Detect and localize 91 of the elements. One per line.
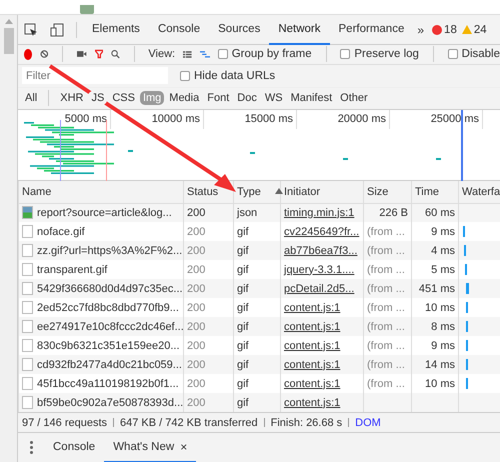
panel-tab[interactable]: Sources <box>209 14 270 44</box>
table-cell: 200 <box>184 203 234 222</box>
record-button[interactable] <box>24 48 32 60</box>
file-icon <box>22 263 33 276</box>
checkbox[interactable] <box>180 70 190 81</box>
panel-tab[interactable]: Console <box>148 14 210 44</box>
initiator-link[interactable]: jquery-3.3.1.... <box>284 264 354 276</box>
time-tick: 10000 ms <box>152 112 200 125</box>
file-icon <box>22 282 33 296</box>
checkbox[interactable] <box>218 49 228 60</box>
clear-icon[interactable] <box>40 48 48 60</box>
more-tabs-button[interactable]: » <box>413 22 428 36</box>
checkbox[interactable] <box>340 49 350 60</box>
inspect-icon[interactable] <box>24 22 38 36</box>
initiator-link[interactable]: content.js:1 <box>284 378 340 390</box>
table-cell: gif <box>234 355 280 374</box>
table-cell[interactable]: transparent.gif <box>37 264 108 276</box>
file-icon <box>22 244 33 258</box>
type-filter[interactable]: JS <box>88 91 108 106</box>
table-cell: 200 <box>184 355 234 374</box>
file-icon <box>22 377 33 390</box>
table-cell: (from ... <box>364 241 412 260</box>
camera-icon[interactable] <box>77 49 86 60</box>
table-cell: 200 <box>184 317 234 336</box>
table-cell: 451 ms <box>412 279 458 298</box>
status-text: Finish: 26.68 s <box>270 416 342 429</box>
table-cell[interactable]: 2ed52cc7fd8bc8dbd770fb9... <box>37 302 179 314</box>
column-header[interactable]: Initiator <box>280 181 364 204</box>
panel-tab[interactable]: Elements <box>83 14 149 44</box>
column-header[interactable]: Waterfa <box>458 181 500 204</box>
table-cell: gif <box>234 317 280 336</box>
table-cell: 226 B <box>364 203 412 222</box>
search-icon[interactable] <box>111 48 120 60</box>
table-cell: 200 <box>184 241 234 260</box>
table-cell: gif <box>234 393 280 412</box>
table-cell: 14 ms <box>412 355 458 374</box>
table-cell: 60 ms <box>412 203 458 222</box>
table-cell[interactable]: 45f1bcc49a110198192b0f1... <box>37 378 179 390</box>
table-cell: (from ... <box>364 355 412 374</box>
file-icon <box>22 396 33 410</box>
table-cell: gif <box>234 279 280 298</box>
time-tick: 25000 ms <box>430 112 479 125</box>
initiator-link[interactable]: cv2245649?fr... <box>284 226 360 238</box>
table-cell: (from ... <box>364 317 412 336</box>
filter-icon[interactable] <box>94 48 104 60</box>
waterfall-bar <box>466 283 469 294</box>
file-icon <box>22 339 33 352</box>
checkbox-label: Disable <box>462 48 500 60</box>
file-icon <box>22 320 33 334</box>
file-icon <box>22 358 33 372</box>
column-header[interactable]: Size <box>364 181 412 204</box>
status-text: DOM <box>355 416 381 429</box>
list-view-icon[interactable] <box>183 50 192 59</box>
scrollbar[interactable] <box>0 15 18 462</box>
close-icon[interactable]: × <box>180 440 188 454</box>
column-header[interactable]: Name <box>18 181 184 204</box>
table-cell: 200 <box>184 279 234 298</box>
time-tick: 15000 ms <box>244 112 293 125</box>
warning-count: 24 <box>474 24 487 36</box>
panel-tab[interactable]: Performance <box>330 14 414 44</box>
table-cell: 8 ms <box>412 317 458 336</box>
time-tick: 20000 ms <box>338 112 386 125</box>
table-cell[interactable]: noface.gif <box>37 226 85 238</box>
checkbox[interactable] <box>448 49 458 60</box>
waterfall-view-icon[interactable] <box>200 50 210 59</box>
table-cell[interactable]: 830c9b6321c351e159ee20... <box>37 340 180 352</box>
file-icon <box>22 206 33 220</box>
table-cell: 4 ms <box>412 241 458 260</box>
initiator-link[interactable]: content.js:1 <box>284 302 340 314</box>
drawer-tab[interactable]: Console <box>44 432 104 462</box>
warning-icon <box>462 25 472 34</box>
checkbox-label: Group by frame <box>232 48 312 60</box>
initiator-link[interactable]: content.js:1 <box>284 340 340 352</box>
file-icon <box>22 225 33 238</box>
checkbox-label: Hide data URLs <box>194 70 276 82</box>
device-icon[interactable] <box>50 22 64 36</box>
table-cell: 200 <box>184 393 234 412</box>
table-cell: gif <box>234 241 280 260</box>
error-icon <box>432 24 442 34</box>
table-cell: (from ... <box>364 279 412 298</box>
status-text: 97 / 146 requests <box>22 416 108 429</box>
error-count: 18 <box>444 24 457 36</box>
column-header[interactable]: Time <box>412 181 458 204</box>
status-text: 647 KB / 742 KB transferred <box>120 416 258 429</box>
filter-field[interactable]: Filter <box>22 67 168 84</box>
drawer-tab[interactable]: What's New × <box>104 432 196 462</box>
checkbox-label: Preserve log <box>354 48 419 60</box>
time-tick: 5000 ms <box>64 112 107 125</box>
table-cell: json <box>234 203 280 222</box>
view-label: View: <box>148 48 176 60</box>
file-icon <box>22 301 33 314</box>
